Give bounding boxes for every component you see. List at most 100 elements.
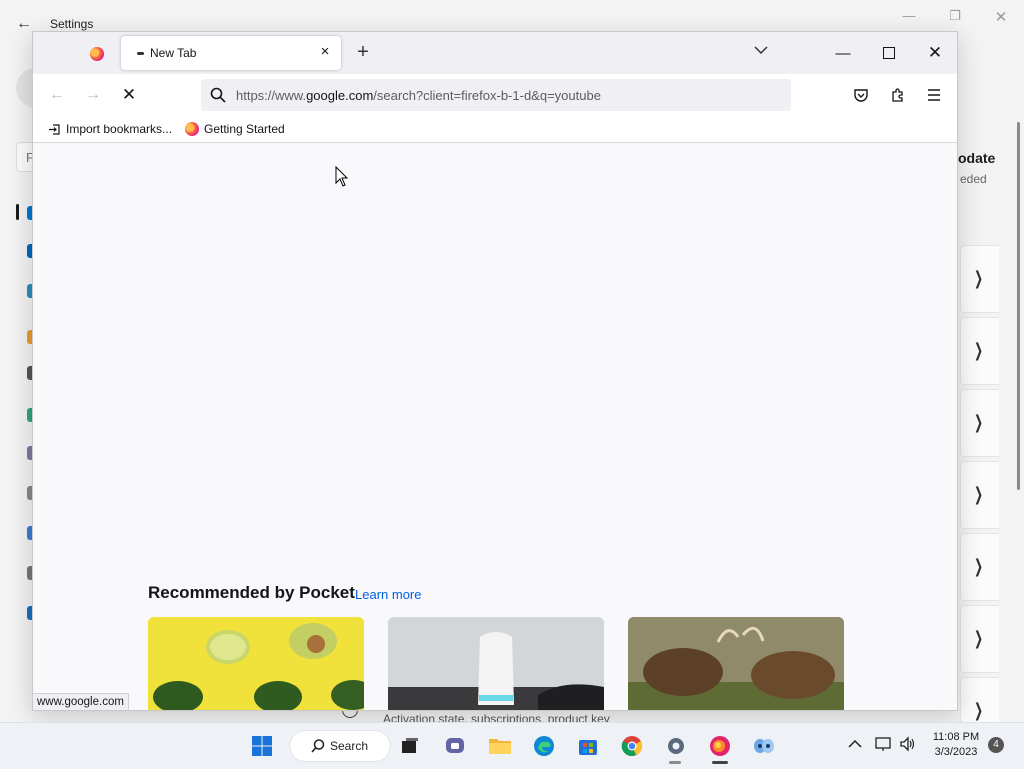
tab-new-tab[interactable]: New Tab ×	[121, 36, 341, 70]
settings-button[interactable]	[662, 732, 690, 760]
hamburger-menu-icon	[928, 89, 940, 101]
close-tab-icon[interactable]: ×	[317, 44, 333, 60]
bookmark-getting-started[interactable]: Getting Started	[185, 120, 285, 138]
search-icon	[210, 87, 226, 103]
file-explorer-button[interactable]	[486, 732, 514, 760]
start-button[interactable]	[248, 732, 276, 760]
nav-selection-indicator	[16, 204, 19, 220]
chrome-button[interactable]	[618, 732, 646, 760]
chevron-right-icon: ❯	[974, 628, 984, 648]
update-subtitle: eded	[960, 172, 987, 186]
settings-title: Settings	[50, 17, 94, 31]
file-explorer-icon	[489, 739, 511, 754]
notification-badge[interactable]: 4	[988, 737, 1004, 753]
learn-more-link[interactable]: Learn more	[355, 587, 421, 602]
firefox-icon	[710, 736, 730, 756]
maximize-icon	[883, 47, 895, 59]
pocket-story-card[interactable]	[628, 617, 844, 710]
url-text[interactable]: https://www.google.com/search?client=fir…	[236, 88, 601, 103]
settings-card[interactable]: ❯	[960, 389, 999, 457]
chevron-right-icon: ❯	[974, 484, 984, 504]
firefox-icon	[185, 122, 199, 136]
page-content: Recommended by Pocket Learn more www.goo…	[33, 143, 957, 710]
new-tab-button[interactable]: +	[351, 41, 375, 65]
update-title: odate	[958, 150, 996, 166]
url-bar[interactable]: https://www.google.com/search?client=fir…	[201, 79, 791, 111]
store-button[interactable]	[574, 732, 602, 760]
chevron-right-icon: ❯	[974, 556, 984, 576]
network-icon	[875, 737, 891, 751]
list-all-tabs-button[interactable]	[749, 42, 773, 64]
loading-icon	[137, 52, 144, 55]
pinned-tab[interactable]	[79, 38, 115, 70]
pocket-heading: Recommended by Pocket	[148, 583, 355, 602]
edge-icon	[534, 736, 554, 756]
close-window-button[interactable]: ✕	[913, 38, 957, 68]
clock-time: 11:08 PM	[932, 731, 980, 743]
settings-gear-icon	[668, 738, 684, 754]
forward-button[interactable]: →	[79, 81, 107, 109]
people-icon	[754, 739, 774, 753]
chat-icon	[446, 738, 464, 753]
settings-card[interactable]: ❯	[960, 533, 999, 601]
chevron-right-icon: ❯	[974, 268, 984, 288]
tab-bar: New Tab × + — ✕	[33, 32, 957, 74]
firefox-window: New Tab × + — ✕ ← → ✕ https://www.google…	[32, 31, 958, 711]
people-button[interactable]	[750, 732, 778, 760]
minimize-button[interactable]: —	[821, 38, 865, 68]
bookmark-label: Getting Started	[204, 122, 285, 136]
task-view-icon	[402, 738, 418, 753]
back-button[interactable]: ←	[43, 81, 71, 109]
import-icon	[47, 122, 61, 136]
pocket-story-card[interactable]	[388, 617, 604, 710]
bookmark-label: Import bookmarks...	[66, 122, 173, 136]
chevron-up-icon	[848, 739, 862, 748]
status-panel: www.google.com	[33, 693, 129, 710]
back-arrow-icon[interactable]: ←	[14, 14, 34, 34]
pocket-story-card[interactable]	[148, 617, 364, 710]
avocado-image	[148, 617, 364, 710]
search-icon	[311, 739, 325, 753]
settings-restore-button[interactable]: ❐	[941, 8, 969, 26]
taskbar: Search 11:08 PM 3/3/2023 4	[0, 722, 1024, 769]
device-image	[388, 617, 604, 710]
task-view-button[interactable]	[396, 732, 424, 760]
chevron-right-icon: ❯	[974, 700, 984, 720]
url-domain: google.com	[306, 88, 374, 103]
settings-card[interactable]: ❯	[960, 461, 999, 529]
clock[interactable]: 11:08 PM 3/3/2023	[924, 730, 988, 760]
chat-button[interactable]	[441, 732, 469, 760]
mouse-cursor-icon	[335, 166, 349, 187]
clock-date: 3/3/2023	[934, 746, 978, 758]
settings-close-button[interactable]: ✕	[987, 8, 1015, 26]
settings-card[interactable]: ❯	[960, 245, 999, 313]
settings-minimize-button[interactable]: —	[895, 8, 923, 26]
firefox-button[interactable]	[706, 732, 734, 760]
maximize-button[interactable]	[867, 38, 911, 68]
stop-button[interactable]: ✕	[115, 81, 143, 109]
bookmarks-toolbar: Import bookmarks... Getting Started	[33, 116, 957, 143]
menu-button[interactable]	[922, 83, 946, 107]
edge-button[interactable]	[530, 732, 558, 760]
store-icon	[579, 740, 597, 755]
chevron-right-icon: ❯	[974, 412, 984, 432]
settings-scrollbar[interactable]	[1017, 122, 1020, 490]
settings-running-indicator	[669, 761, 681, 764]
network-button[interactable]	[874, 736, 892, 755]
volume-button[interactable]	[899, 736, 917, 755]
firefox-active-indicator	[712, 761, 728, 764]
settings-card[interactable]: ❯	[960, 605, 999, 673]
taskbar-search-button[interactable]: Search	[290, 731, 390, 761]
settings-card[interactable]: ❯	[960, 317, 999, 385]
puzzle-icon	[892, 88, 903, 102]
speaker-icon	[900, 736, 915, 752]
extensions-button[interactable]	[886, 83, 910, 107]
pocket-button[interactable]	[849, 83, 873, 107]
bookmark-import[interactable]: Import bookmarks...	[47, 120, 172, 138]
navigation-toolbar: ← → ✕ https://www.google.com/search?clie…	[33, 74, 957, 116]
settings-card[interactable]: ❯	[960, 677, 999, 723]
chevron-right-icon: ❯	[974, 340, 984, 360]
show-hidden-icons-button[interactable]	[848, 736, 862, 752]
tab-title: New Tab	[150, 46, 197, 60]
pocket-icon	[854, 89, 868, 102]
